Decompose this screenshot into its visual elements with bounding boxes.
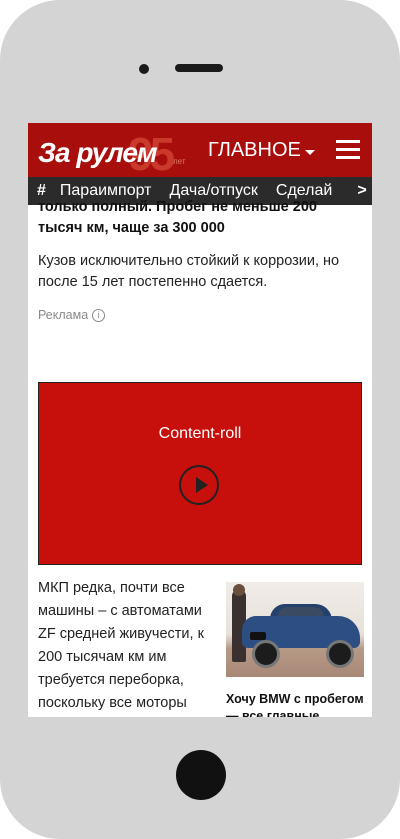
article-lead: только полный. Пробег не меньше 200 тыся… (38, 199, 317, 236)
ad-video-block[interactable]: Content-roll (38, 382, 362, 565)
car-wheel (252, 640, 280, 668)
article-paragraph: МКП редка, почти все машины – с автомата… (38, 580, 204, 711)
car-wheel (326, 640, 354, 668)
home-button[interactable] (176, 750, 226, 800)
screen: 95 лет За рулем ГЛАВНОЕ # Параимпорт Дач… (28, 123, 372, 717)
site-logo[interactable]: 95 лет За рулем (38, 128, 188, 180)
nav-main-dropdown[interactable]: ГЛАВНОЕ (208, 139, 315, 162)
info-icon[interactable]: i (92, 308, 106, 322)
ad-title: Content-roll (158, 425, 242, 442)
ad-label-text: Реклама (38, 308, 89, 322)
related-article-card[interactable]: Хочу BMW с пробегом — все главные пробле… (226, 582, 364, 717)
person-head (233, 584, 245, 596)
article-paragraph: Кузов исключительно стойкий к коррозии, … (38, 253, 340, 290)
hamburger-menu-icon[interactable] (336, 140, 360, 160)
play-icon[interactable] (179, 465, 219, 505)
logo-let: лет (173, 157, 186, 166)
speaker-grille (175, 64, 223, 72)
related-article-title[interactable]: Хочу BMW с пробегом — все главные пробле… (226, 691, 364, 717)
phone-frame: 95 лет За рулем ГЛАВНОЕ # Параимпорт Дач… (0, 0, 400, 839)
camera-dot (139, 64, 149, 74)
logo-text: За рулем (38, 137, 158, 168)
site-header: 95 лет За рулем ГЛАВНОЕ (28, 123, 372, 180)
related-article-image[interactable] (226, 582, 364, 677)
ad-label: Реклама i (38, 308, 364, 322)
article-content: только полный. Пробег не меньше 200 тыся… (38, 199, 364, 717)
nav-main-label: ГЛАВНОЕ (208, 139, 301, 161)
car-grille (250, 632, 266, 640)
chevron-down-icon (304, 150, 315, 155)
